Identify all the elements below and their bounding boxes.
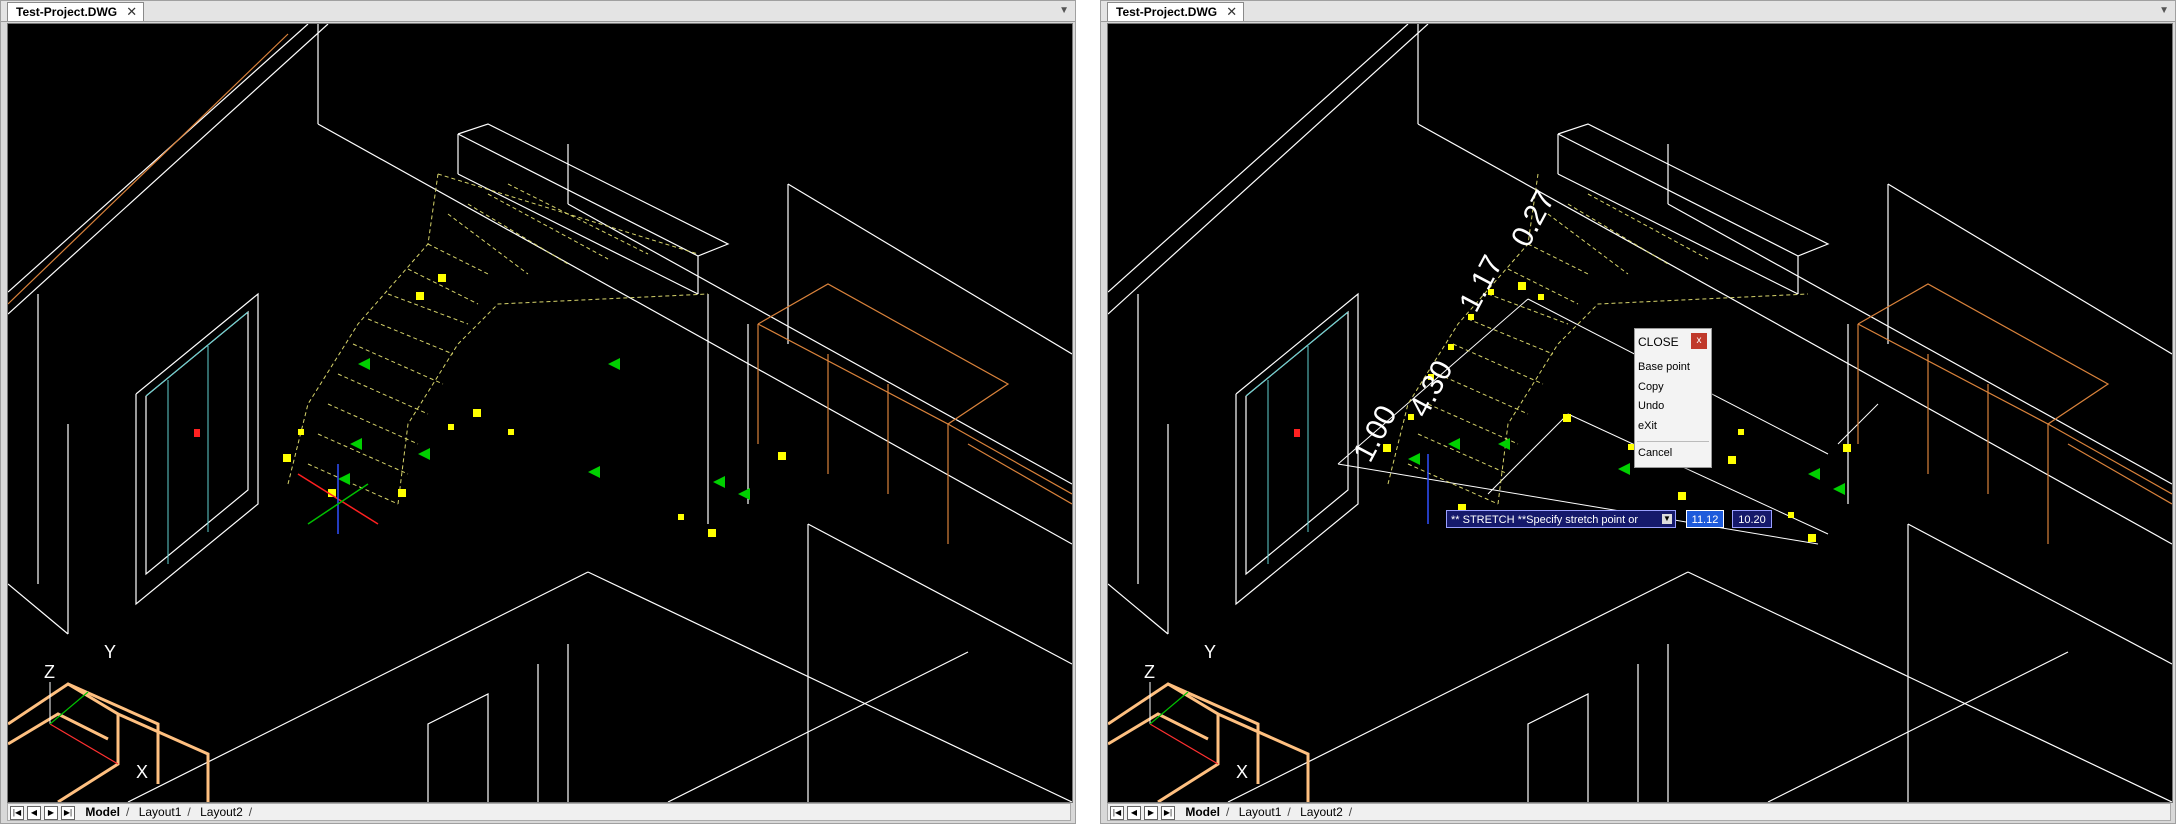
ucs-z-label: Z <box>1144 662 1155 682</box>
tab-divider: / <box>126 805 130 819</box>
drawing-canvas[interactable]: Z Y X <box>7 23 1073 803</box>
layout-tab-bar: |◀ ◀ ▶ ▶| Model / Layout1/ Layout2/ <box>1107 803 2171 821</box>
dynamic-input-prompt[interactable]: ** STRETCH **Specify stretch point or ▼ <box>1446 510 1676 528</box>
close-tab-icon[interactable]: ✕ <box>1226 3 1237 21</box>
document-tab[interactable]: Test-Project.DWG ✕ <box>7 2 145 21</box>
first-layout-icon[interactable]: |◀ <box>10 806 24 820</box>
dimension-text: 1.00 <box>1347 400 1404 467</box>
right-drawing-window: Test-Project.DWG ✕ ▼ 1.00 4.30 1.17 0.27… <box>1100 0 2176 824</box>
cabinets <box>1857 283 2172 544</box>
tab-layout2[interactable]: Layout2 <box>194 804 249 820</box>
staircase <box>1387 173 1809 505</box>
staircase <box>287 173 709 505</box>
window-frame <box>145 311 249 564</box>
document-tab-title: Test-Project.DWG <box>1116 5 1218 19</box>
prev-layout-icon[interactable]: ◀ <box>27 806 41 820</box>
document-tab-bar: Test-Project.DWG ✕ ▼ <box>1101 1 2175 22</box>
menu-divider <box>1637 441 1709 442</box>
document-tab-title: Test-Project.DWG <box>16 5 118 19</box>
left-drawing-window: Test-Project.DWG ✕ ▼ Z Y X |◀ ◀ ▶ ▶| Mod… <box>0 0 1076 824</box>
ucs-x-label: X <box>136 762 148 782</box>
dynamic-input-y-field[interactable]: 10.20 <box>1732 510 1772 528</box>
drawing-svg: Z Y X <box>8 24 1072 802</box>
last-layout-icon[interactable]: ▶| <box>61 806 75 820</box>
ucs-x-label: X <box>1236 762 1248 782</box>
prompt-options-arrow-icon[interactable]: ▼ <box>1662 514 1672 524</box>
tab-divider: / <box>248 805 253 819</box>
menu-item-undo[interactable]: Undo <box>1638 400 1664 412</box>
context-menu-title: CLOSE <box>1638 335 1679 349</box>
ucs-y-label: Y <box>1204 642 1216 662</box>
ucs-cursor <box>194 429 379 534</box>
grip-context-menu: CLOSE x Base point Copy Undo eXit Cancel <box>1634 328 1712 468</box>
tab-model[interactable]: Model <box>1179 804 1226 820</box>
window-frame <box>1245 311 1349 564</box>
drawing-canvas[interactable]: 1.00 4.30 1.17 0.27 Z Y X CLOSE x Base p… <box>1107 23 2173 803</box>
prompt-text: ** STRETCH **Specify stretch point or <box>1451 514 1639 526</box>
dynamic-input-x-field[interactable]: 11.12 <box>1686 510 1724 528</box>
prev-layout-icon[interactable]: ◀ <box>1127 806 1141 820</box>
menu-item-copy[interactable]: Copy <box>1638 381 1664 393</box>
grips <box>283 274 786 537</box>
context-menu-close-icon[interactable]: x <box>1691 333 1707 349</box>
stretch-arrows <box>338 358 750 500</box>
dimension-texts: 1.00 4.30 1.17 0.27 <box>1347 185 1562 467</box>
tab-layout1[interactable]: Layout1 <box>133 804 188 820</box>
dimension-text: 1.17 <box>1453 250 1510 317</box>
document-tab[interactable]: Test-Project.DWG ✕ <box>1107 2 1245 21</box>
menu-item-cancel[interactable]: Cancel <box>1638 447 1672 459</box>
next-layout-icon[interactable]: ▶ <box>44 806 58 820</box>
last-layout-icon[interactable]: ▶| <box>1161 806 1175 820</box>
tab-divider: / <box>1348 805 1353 819</box>
ucs-block <box>1108 682 1310 802</box>
ucs-block <box>8 682 210 802</box>
ucs-y-label: Y <box>104 642 116 662</box>
dimension-text: 0.27 <box>1505 185 1562 252</box>
tab-divider: / <box>1287 805 1291 819</box>
tab-divider: / <box>1226 805 1230 819</box>
grips <box>1383 282 1851 542</box>
document-tab-bar: Test-Project.DWG ✕ ▼ <box>1 1 1075 22</box>
stretch-arrows <box>1408 358 1845 495</box>
close-tab-icon[interactable]: ✕ <box>126 3 137 21</box>
layout-tab-bar: |◀ ◀ ▶ ▶| Model / Layout1/ Layout2/ <box>7 803 1071 821</box>
tab-list-arrow-icon[interactable]: ▼ <box>1059 5 1069 16</box>
next-layout-icon[interactable]: ▶ <box>1144 806 1158 820</box>
tab-layout1[interactable]: Layout1 <box>1233 804 1288 820</box>
menu-item-base-point[interactable]: Base point <box>1638 361 1690 373</box>
tab-model[interactable]: Model <box>79 804 126 820</box>
ucs-z-label: Z <box>44 662 55 682</box>
tab-divider: / <box>187 805 191 819</box>
tab-layout2[interactable]: Layout2 <box>1294 804 1349 820</box>
tab-list-arrow-icon[interactable]: ▼ <box>2159 5 2169 16</box>
menu-item-exit[interactable]: eXit <box>1638 420 1657 432</box>
first-layout-icon[interactable]: |◀ <box>1110 806 1124 820</box>
